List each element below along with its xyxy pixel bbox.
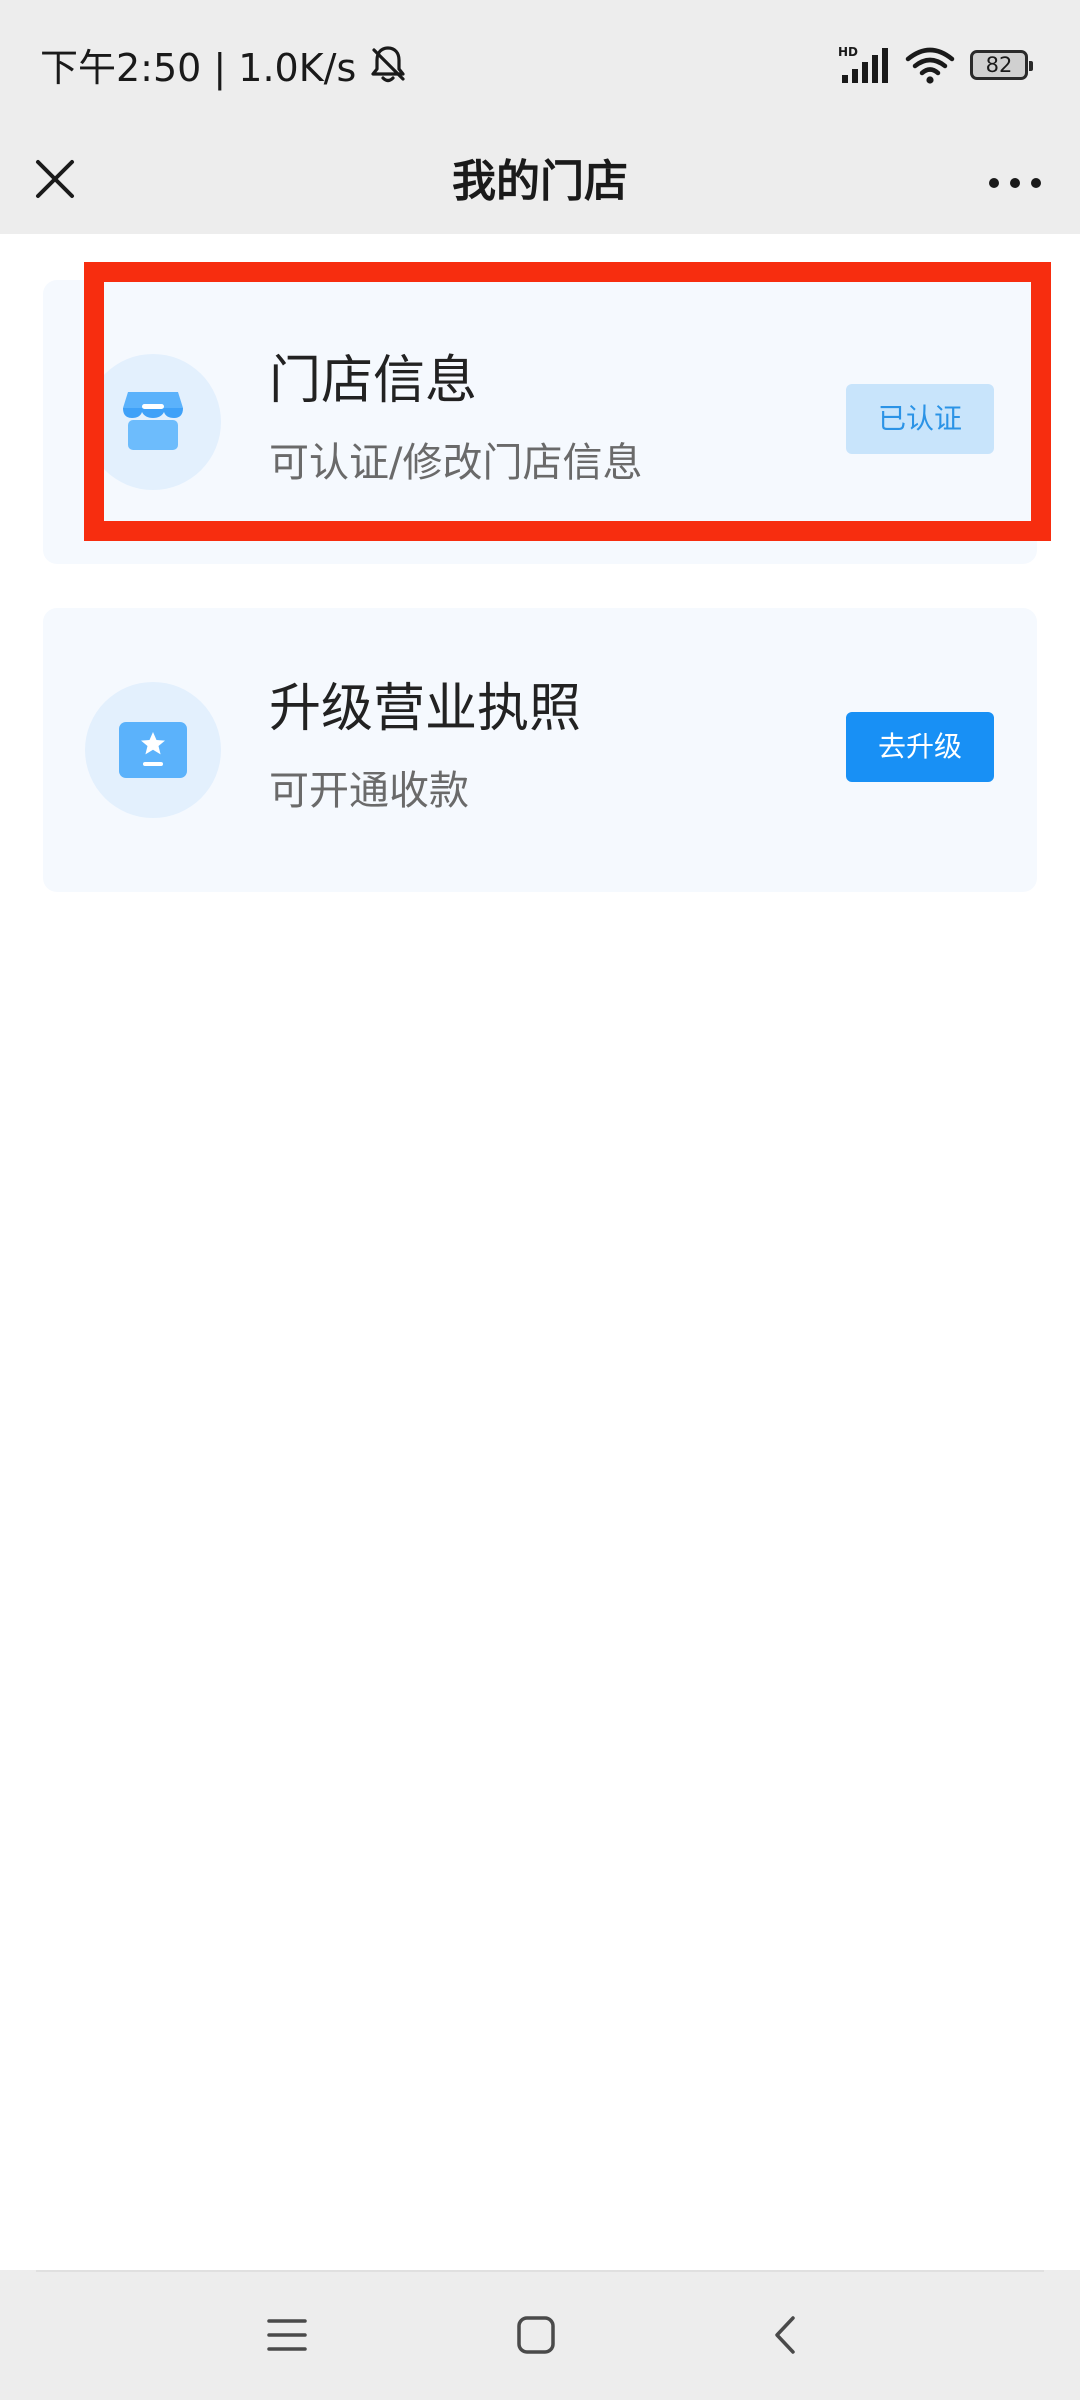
license-icon-circle [85,682,221,818]
back-icon [775,2316,795,2354]
license-star-icon [119,722,187,778]
upgrade-license-title: 升级营业执照 [269,679,582,739]
close-button[interactable] [20,144,90,214]
system-menu-button[interactable] [254,2302,320,2368]
wifi-icon [905,47,955,84]
system-home-button[interactable] [503,2302,569,2368]
system-nav-bar [0,2270,1080,2400]
home-icon [517,2316,555,2354]
more-icon [989,178,1041,188]
battery-icon: 82 [970,50,1033,80]
menu-icon [267,2319,307,2351]
upgrade-button[interactable]: 去升级 [846,712,994,782]
mute-bell-icon [371,46,405,83]
battery-level: 82 [985,53,1013,77]
top-area: 下午2:50 | 1.0K/s HD 82 我的门店 [0,0,1080,234]
signal-icon: HD [838,45,888,83]
status-right: HD 82 [838,40,1033,90]
close-icon [36,160,74,198]
nav-bar: 我的门店 [0,130,1080,234]
page-title: 我的门店 [452,156,628,207]
highlight-box [84,262,1051,541]
status-bar: 下午2:50 | 1.0K/s HD 82 [0,0,1080,130]
network-badge: HD [838,45,858,59]
upgrade-license-card[interactable]: 升级营业执照 可开通收款 去升级 [43,608,1037,892]
status-left: 下午2:50 | 1.0K/s [40,38,410,90]
upgrade-license-subtitle: 可开通收款 [269,768,469,814]
status-time-speed: 下午2:50 | 1.0K/s [40,45,357,90]
more-button[interactable] [980,148,1050,218]
bottom-divider [36,2270,1044,2272]
system-back-button[interactable] [752,2302,818,2368]
